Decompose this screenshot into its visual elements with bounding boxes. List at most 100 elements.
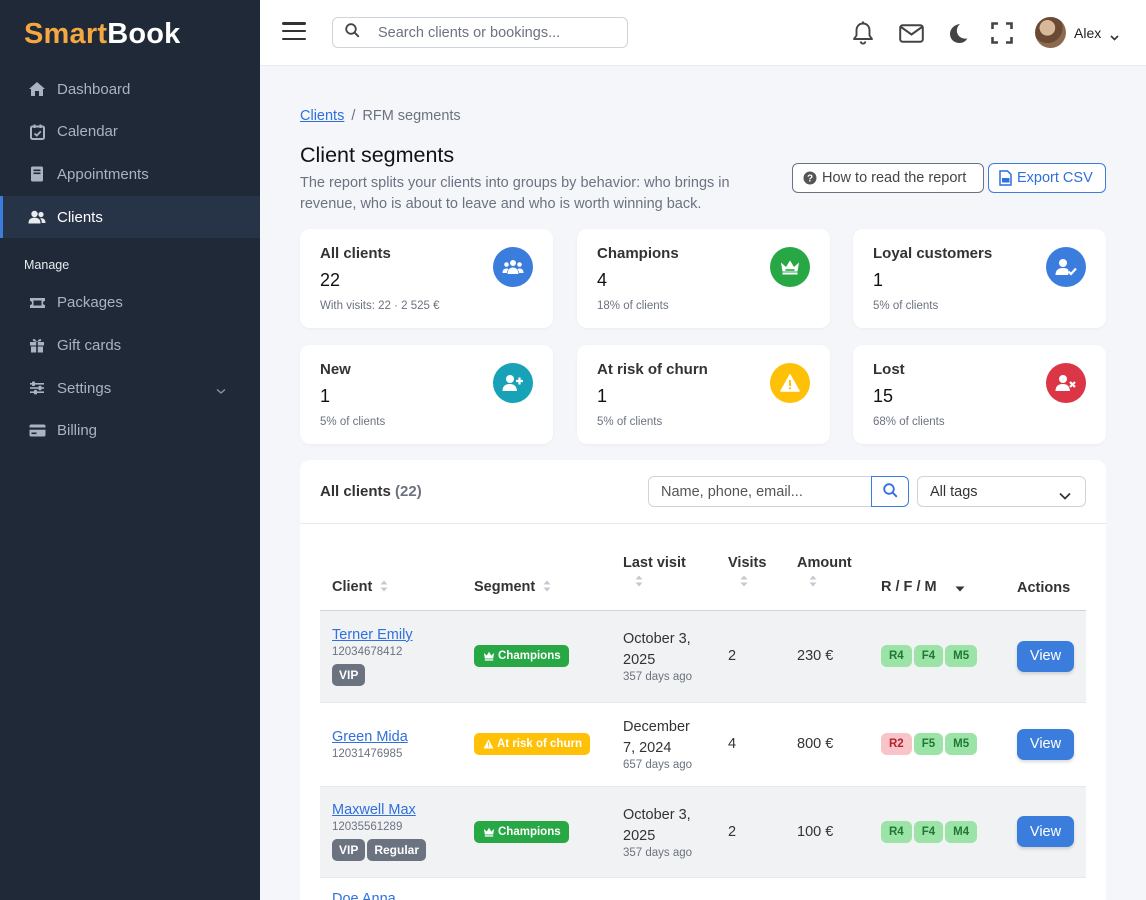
breadcrumb-link-clients[interactable]: Clients: [300, 108, 344, 124]
brand-part-1: Smart: [24, 18, 108, 50]
chevron-down-icon[interactable]: [216, 382, 226, 399]
question-circle-icon: ?: [803, 171, 817, 185]
view-button[interactable]: View: [1017, 640, 1074, 672]
cell-amount: 230 €: [785, 610, 869, 703]
column-header-segment[interactable]: Segment: [462, 546, 611, 611]
breadcrumb-current: RFM segments: [362, 108, 461, 124]
crown-icon: [483, 827, 495, 837]
user-name[interactable]: Alex: [1074, 25, 1101, 41]
sidebar-item-calendar[interactable]: Calendar: [0, 111, 260, 153]
segment-badge: At risk of churn: [474, 733, 590, 755]
column-label: R / F / M: [881, 579, 937, 596]
search-icon: [345, 22, 360, 43]
segment-label: Champions: [498, 825, 561, 838]
sort-icon[interactable]: [740, 575, 785, 591]
sidebar-item-appointments[interactable]: Appointments: [0, 153, 260, 195]
rfm-score-m: M5: [945, 645, 978, 667]
column-header-actions: Actions: [1005, 546, 1086, 611]
card-champions[interactable]: Champions 4 18% of clients: [577, 229, 830, 328]
global-search[interactable]: [332, 17, 628, 48]
client-filter-button[interactable]: [871, 476, 909, 507]
column-label: Amount: [797, 555, 852, 571]
how-to-read-label: How to read the report: [822, 170, 967, 186]
mail-icon[interactable]: [898, 20, 924, 46]
client-name-link[interactable]: Maxwell Max: [332, 802, 416, 818]
avatar[interactable]: [1035, 17, 1066, 48]
sidebar-item-packages[interactable]: Packages: [0, 282, 260, 324]
sort-icon[interactable]: [635, 575, 716, 591]
client-name-link[interactable]: Green Mida: [332, 729, 408, 745]
cell-last-visit: October 3, 2025 357 days ago: [611, 610, 716, 703]
column-header-amount[interactable]: Amount: [785, 546, 869, 611]
client-name-link[interactable]: Doe Anna: [332, 891, 396, 900]
sort-icon[interactable]: [380, 580, 388, 596]
global-search-input[interactable]: [378, 24, 608, 41]
view-button[interactable]: View: [1017, 728, 1074, 760]
view-button[interactable]: View: [1017, 816, 1074, 847]
card-lost[interactable]: Lost 15 68% of clients: [853, 345, 1106, 444]
client-phone: 12035561289: [332, 821, 403, 833]
clients-table: Client Segment Last visit Visits Amount …: [320, 546, 1086, 900]
sidebar-item-label: Settings: [57, 379, 112, 397]
sidebar-item-label: Packages: [57, 294, 123, 312]
sidebar-item-label: Appointments: [57, 165, 149, 183]
card-loyal-customers[interactable]: Loyal customers 1 5% of clients: [853, 229, 1106, 328]
calendar-icon: [28, 123, 46, 141]
sidebar-item-dashboard[interactable]: Dashboard: [0, 68, 260, 110]
table-row[interactable]: Maxwell Max 12035561289 VIP Regular Champ…: [320, 786, 1086, 878]
fullscreen-icon[interactable]: [989, 20, 1015, 46]
card-new[interactable]: New 1 5% of clients: [300, 345, 553, 444]
sidebar-item-clients[interactable]: Clients: [0, 196, 260, 239]
breadcrumb-separator: /: [351, 108, 356, 124]
column-header-client[interactable]: Client: [320, 546, 462, 611]
tags-select[interactable]: All tags: [917, 476, 1086, 507]
cell-rfm: [869, 877, 1005, 900]
moon-icon[interactable]: [945, 20, 971, 46]
user-check-icon: [1046, 247, 1086, 287]
card-subtitle: 18% of clients: [597, 300, 669, 312]
last-visit-date-line-1: October 3,: [623, 806, 691, 823]
cell-actions: View: [1005, 610, 1086, 703]
last-visit-ago: 657 days ago: [623, 759, 693, 771]
sort-icon[interactable]: [809, 575, 869, 591]
bell-icon[interactable]: [850, 20, 876, 46]
column-header-last-visit[interactable]: Last visit: [611, 546, 716, 611]
export-csv-button[interactable]: Export CSV: [988, 163, 1106, 193]
sidebar-item-billing[interactable]: Billing: [0, 410, 260, 452]
segment-badge: Champions: [474, 820, 569, 843]
cell-client: Green Mida 12031476985: [320, 702, 462, 787]
sort-icon[interactable]: [543, 580, 551, 596]
chevron-down-icon[interactable]: [1110, 28, 1119, 46]
cell-actions: View: [1005, 786, 1086, 878]
credit-card-icon: [28, 422, 46, 440]
last-visit-date-line-1: October 3,: [623, 631, 691, 647]
last-visit-ago: 357 days ago: [623, 671, 693, 683]
crown-icon: [770, 247, 810, 287]
sidebar-item-settings[interactable]: Settings: [0, 367, 260, 409]
how-to-read-button[interactable]: ? How to read the report: [792, 163, 984, 193]
cell-segment: [462, 877, 611, 900]
chevron-down-icon: [1059, 488, 1071, 504]
client-filter-input[interactable]: [648, 476, 872, 507]
cell-amount: 800 €: [785, 702, 869, 787]
cell-visits: 2: [716, 610, 785, 703]
export-csv-label: Export CSV: [1017, 170, 1093, 186]
table-row[interactable]: Terner Emily 12034678412 VIP Champions O…: [320, 610, 1086, 703]
cell-last-visit: [611, 877, 716, 900]
search-icon: [882, 482, 898, 501]
sidebar-item-label: Calendar: [57, 123, 118, 141]
card-at-risk[interactable]: At risk of churn 1 5% of clients: [577, 345, 830, 444]
column-header-rfm[interactable]: R / F / M: [869, 546, 1005, 611]
column-header-visits[interactable]: Visits: [716, 546, 785, 611]
brand-logo[interactable]: SmartBook: [0, 0, 260, 68]
sort-desc-icon[interactable]: [955, 580, 965, 596]
card-all-clients[interactable]: All clients 22 With visits: 22 · 2 525 €: [300, 229, 553, 328]
column-label: Visits: [728, 555, 767, 571]
sidebar-item-gift-cards[interactable]: Gift cards: [0, 324, 260, 366]
table-row[interactable]: Doe Anna: [320, 877, 1086, 900]
client-name-link[interactable]: Terner Emily: [332, 627, 413, 643]
table-row[interactable]: Green Mida 12031476985 At risk of churn …: [320, 702, 1086, 787]
menu-toggle-icon[interactable]: [282, 22, 306, 42]
rfm-score-m: M5: [945, 733, 978, 755]
page-title: Client segments: [300, 143, 455, 167]
